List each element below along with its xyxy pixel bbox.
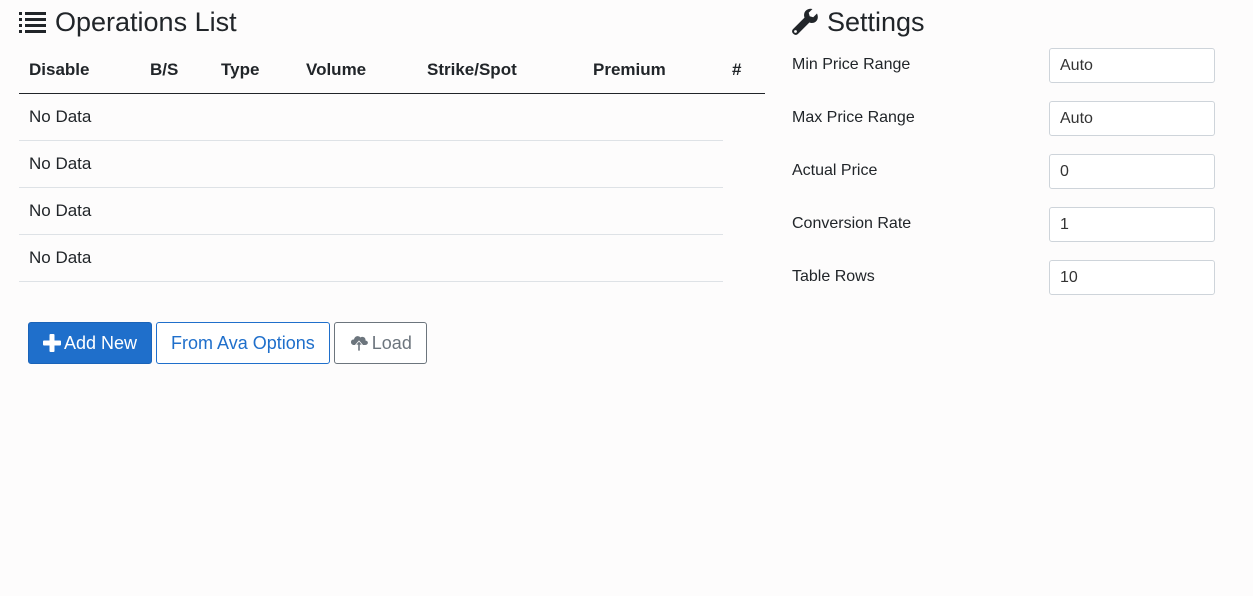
load-label: Load	[371, 332, 412, 353]
settings-header: Settings	[791, 0, 1222, 44]
table-row: No Data	[19, 94, 723, 141]
max-price-range-input[interactable]	[1049, 101, 1215, 136]
add-new-label: Add New	[64, 332, 138, 353]
setting-max-price-range: Max Price Range	[792, 101, 1215, 137]
setting-conversion-rate: Conversion Rate	[792, 207, 1215, 243]
cloud-upload-icon	[349, 334, 369, 352]
column-header-number[interactable]: #	[732, 60, 741, 80]
operations-panel: Operations List Disable B/S Type Volume …	[19, 0, 765, 282]
add-new-button[interactable]: Add New	[28, 322, 153, 364]
table-row: No Data	[19, 141, 723, 188]
conversion-rate-input[interactable]	[1049, 207, 1215, 242]
empty-row-text: No Data	[29, 107, 92, 126]
table-row: No Data	[19, 235, 723, 282]
operations-table: Disable B/S Type Volume Strike/Spot Prem…	[19, 44, 765, 282]
setting-label: Max Price Range	[792, 109, 915, 126]
from-ava-options-label: From Ava Options	[171, 332, 315, 353]
column-header-premium[interactable]: Premium	[593, 60, 666, 80]
setting-label: Conversion Rate	[792, 215, 912, 232]
setting-actual-price: Actual Price	[792, 154, 1215, 190]
empty-row-text: No Data	[29, 248, 92, 267]
column-header-type[interactable]: Type	[221, 60, 259, 80]
load-button[interactable]: Load	[333, 322, 427, 364]
column-header-disable[interactable]: Disable	[29, 60, 89, 80]
setting-label: Table Rows	[792, 268, 875, 285]
operations-title: Operations List	[55, 6, 237, 37]
setting-label: Actual Price	[792, 162, 878, 179]
setting-label: Min Price Range	[792, 56, 911, 73]
actual-price-input[interactable]	[1049, 154, 1215, 189]
operations-actions: Add New From Ava Options Load	[28, 322, 427, 364]
table-header: Disable B/S Type Volume Strike/Spot Prem…	[19, 44, 765, 94]
empty-row-text: No Data	[29, 201, 92, 220]
setting-table-rows: Table Rows	[792, 260, 1215, 296]
list-icon	[19, 10, 47, 34]
table-rows-input[interactable]	[1049, 260, 1215, 295]
min-price-range-input[interactable]	[1049, 48, 1215, 83]
column-header-bs[interactable]: B/S	[150, 60, 178, 80]
wrench-icon	[791, 8, 819, 36]
column-header-strike-spot[interactable]: Strike/Spot	[427, 60, 517, 80]
column-header-volume[interactable]: Volume	[306, 60, 366, 80]
settings-title: Settings	[827, 6, 925, 37]
settings-panel: Settings Min Price Range Max Price Range…	[791, 0, 1222, 295]
empty-row-text: No Data	[29, 154, 92, 173]
from-ava-options-button[interactable]: From Ava Options	[156, 322, 330, 364]
plus-icon	[43, 334, 61, 352]
setting-min-price-range: Min Price Range	[792, 48, 1215, 84]
operations-header: Operations List	[19, 0, 765, 44]
table-row: No Data	[19, 188, 723, 235]
page: Operations List Disable B/S Type Volume …	[0, 0, 1253, 596]
